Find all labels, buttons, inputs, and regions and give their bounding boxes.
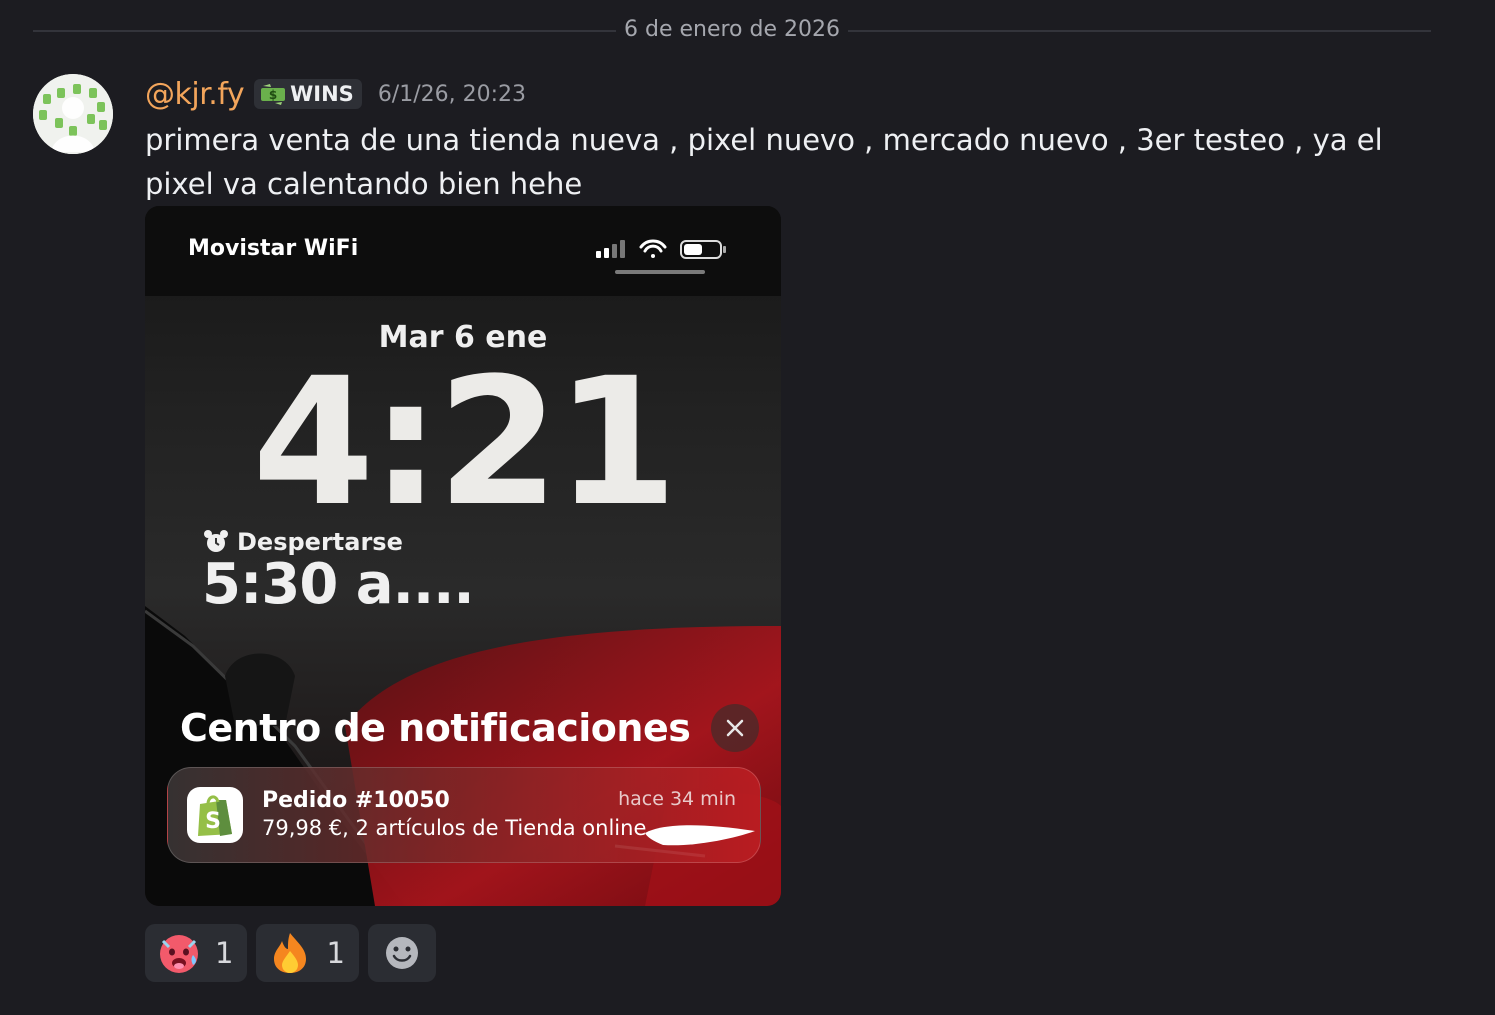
date-divider: 6 de enero de 2026 [33,16,1431,44]
hot-face-emoji [160,935,198,973]
role-tag-label: WINS [290,82,354,106]
close-icon [726,719,744,737]
notification-body: 79,98 €, 2 artículos de Tienda online [262,816,647,840]
dynamic-island-indicator [615,270,705,274]
fire-emoji [274,933,307,973]
signal-icon [596,240,625,258]
notification-center-title: Centro de notificaciones [180,706,691,750]
money-icon: $ [261,84,286,105]
message-header: @kjr.fy $ WINS 6/1/26, 20:23 [145,72,526,116]
shopify-icon: S [187,787,243,843]
lock-screen-time: 4:21 [252,340,678,545]
reactions-bar: 1 1 [145,924,436,982]
divider-date: 6 de enero de 2026 [616,16,848,44]
avatar-image [33,74,113,154]
message-timestamp: 6/1/26, 20:23 [377,81,527,107]
battery-icon [680,240,726,259]
avatar[interactable] [33,74,113,154]
reaction-count: 1 [326,936,345,970]
notification-center-close-button[interactable] [711,704,759,752]
add-reaction-button[interactable] [367,924,436,982]
username[interactable]: @kjr.fy [145,77,245,112]
role-tag[interactable]: $ WINS [254,79,362,109]
svg-text:S: S [205,809,221,834]
reaction-count: 1 [215,936,234,970]
status-carrier: Movistar WiFi [188,236,359,261]
alarm-time: 5:30 a.... [202,552,475,617]
svg-text:$: $ [269,88,277,102]
add-reaction-icon [385,937,418,969]
notification-title: Pedido #10050 [262,788,450,813]
notification-time: hace 34 min [618,788,736,810]
order-notification[interactable]: S Pedido #10050 hace 34 min 79,98 €, 2 a… [167,767,761,863]
reaction-hot-face[interactable]: 1 [145,924,248,982]
redaction-scribble [645,825,755,846]
message-text: primera venta de una tienda nueva , pixe… [145,123,1383,201]
status-icons [596,239,726,259]
wifi-icon [639,239,667,258]
image-attachment[interactable]: Movistar WiFi Mar 6 ene 4:21 Despertarse [145,206,781,906]
reaction-fire[interactable]: 1 [256,924,359,982]
